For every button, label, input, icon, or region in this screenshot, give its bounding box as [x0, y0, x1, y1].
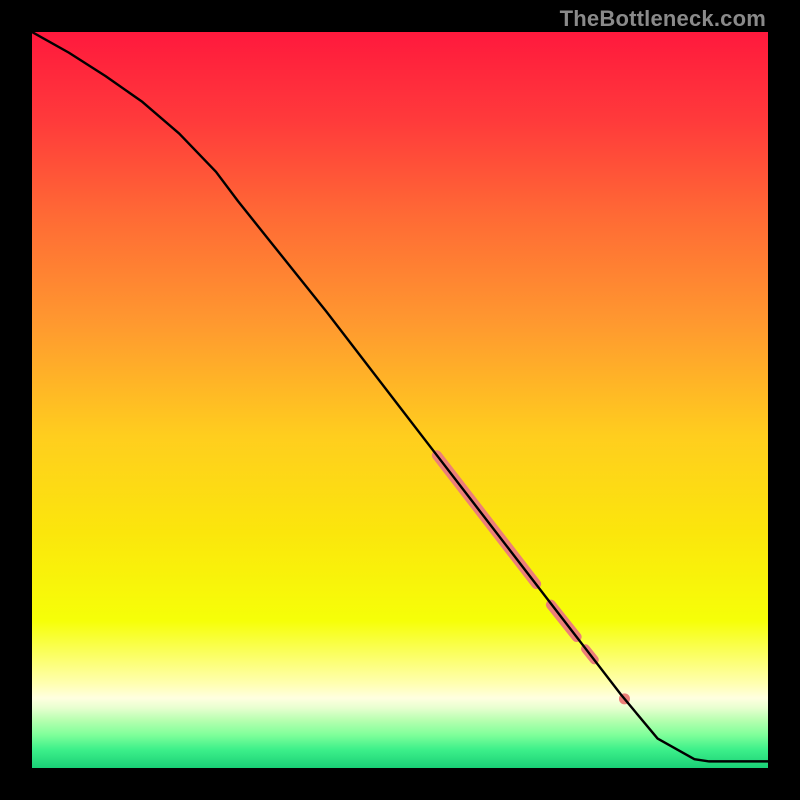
chart-stage: TheBottleneck.com: [0, 0, 800, 800]
curve-layer: [32, 32, 768, 768]
bottleneck-curve: [32, 32, 768, 761]
watermark-text: TheBottleneck.com: [560, 6, 766, 32]
plot-area: [32, 32, 768, 768]
